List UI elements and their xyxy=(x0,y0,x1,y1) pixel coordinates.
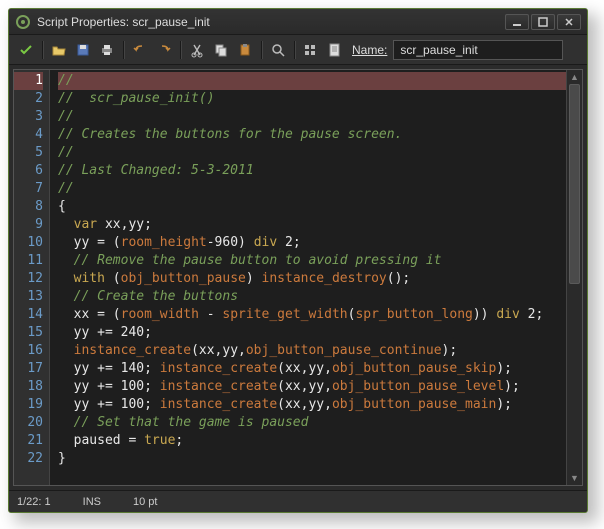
close-button[interactable] xyxy=(557,14,581,30)
cut-button[interactable] xyxy=(186,39,208,61)
code-area[interactable]: //// scr_pause_init()//// Creates the bu… xyxy=(50,70,566,485)
copy-button[interactable] xyxy=(210,39,232,61)
window-title: Script Properties: scr_pause_init xyxy=(37,15,505,29)
status-bar: 1/22: 1 INS 10 pt xyxy=(9,490,587,512)
scroll-down-icon[interactable]: ▼ xyxy=(567,471,582,485)
undo-button[interactable] xyxy=(129,39,151,61)
open-button[interactable] xyxy=(48,39,70,61)
script-properties-window: Script Properties: scr_pause_init Name: … xyxy=(8,8,588,513)
separator xyxy=(42,41,43,59)
check-button[interactable] xyxy=(300,39,322,61)
titlebar[interactable]: Script Properties: scr_pause_init xyxy=(9,9,587,35)
toolbar: Name: xyxy=(9,35,587,65)
print-button[interactable] xyxy=(96,39,118,61)
maximize-button[interactable] xyxy=(531,14,555,30)
scroll-thumb[interactable] xyxy=(569,84,580,284)
paste-button[interactable] xyxy=(234,39,256,61)
code-editor[interactable]: 12345678910111213141516171819202122 ////… xyxy=(13,69,583,486)
name-label: Name: xyxy=(352,43,387,57)
line-gutter: 12345678910111213141516171819202122 xyxy=(14,70,50,485)
status-font: 10 pt xyxy=(133,496,157,508)
script-button[interactable] xyxy=(324,39,346,61)
separator xyxy=(123,41,124,59)
separator xyxy=(180,41,181,59)
find-button[interactable] xyxy=(267,39,289,61)
app-icon xyxy=(15,14,31,30)
status-mode: INS xyxy=(83,496,101,508)
scroll-up-icon[interactable]: ▲ xyxy=(567,70,582,84)
vertical-scrollbar[interactable]: ▲ ▼ xyxy=(566,70,582,485)
minimize-button[interactable] xyxy=(505,14,529,30)
redo-button[interactable] xyxy=(153,39,175,61)
separator xyxy=(294,41,295,59)
name-input[interactable] xyxy=(393,40,563,60)
status-position: 1/22: 1 xyxy=(17,496,51,508)
separator xyxy=(261,41,262,59)
confirm-button[interactable] xyxy=(15,39,37,61)
save-button[interactable] xyxy=(72,39,94,61)
